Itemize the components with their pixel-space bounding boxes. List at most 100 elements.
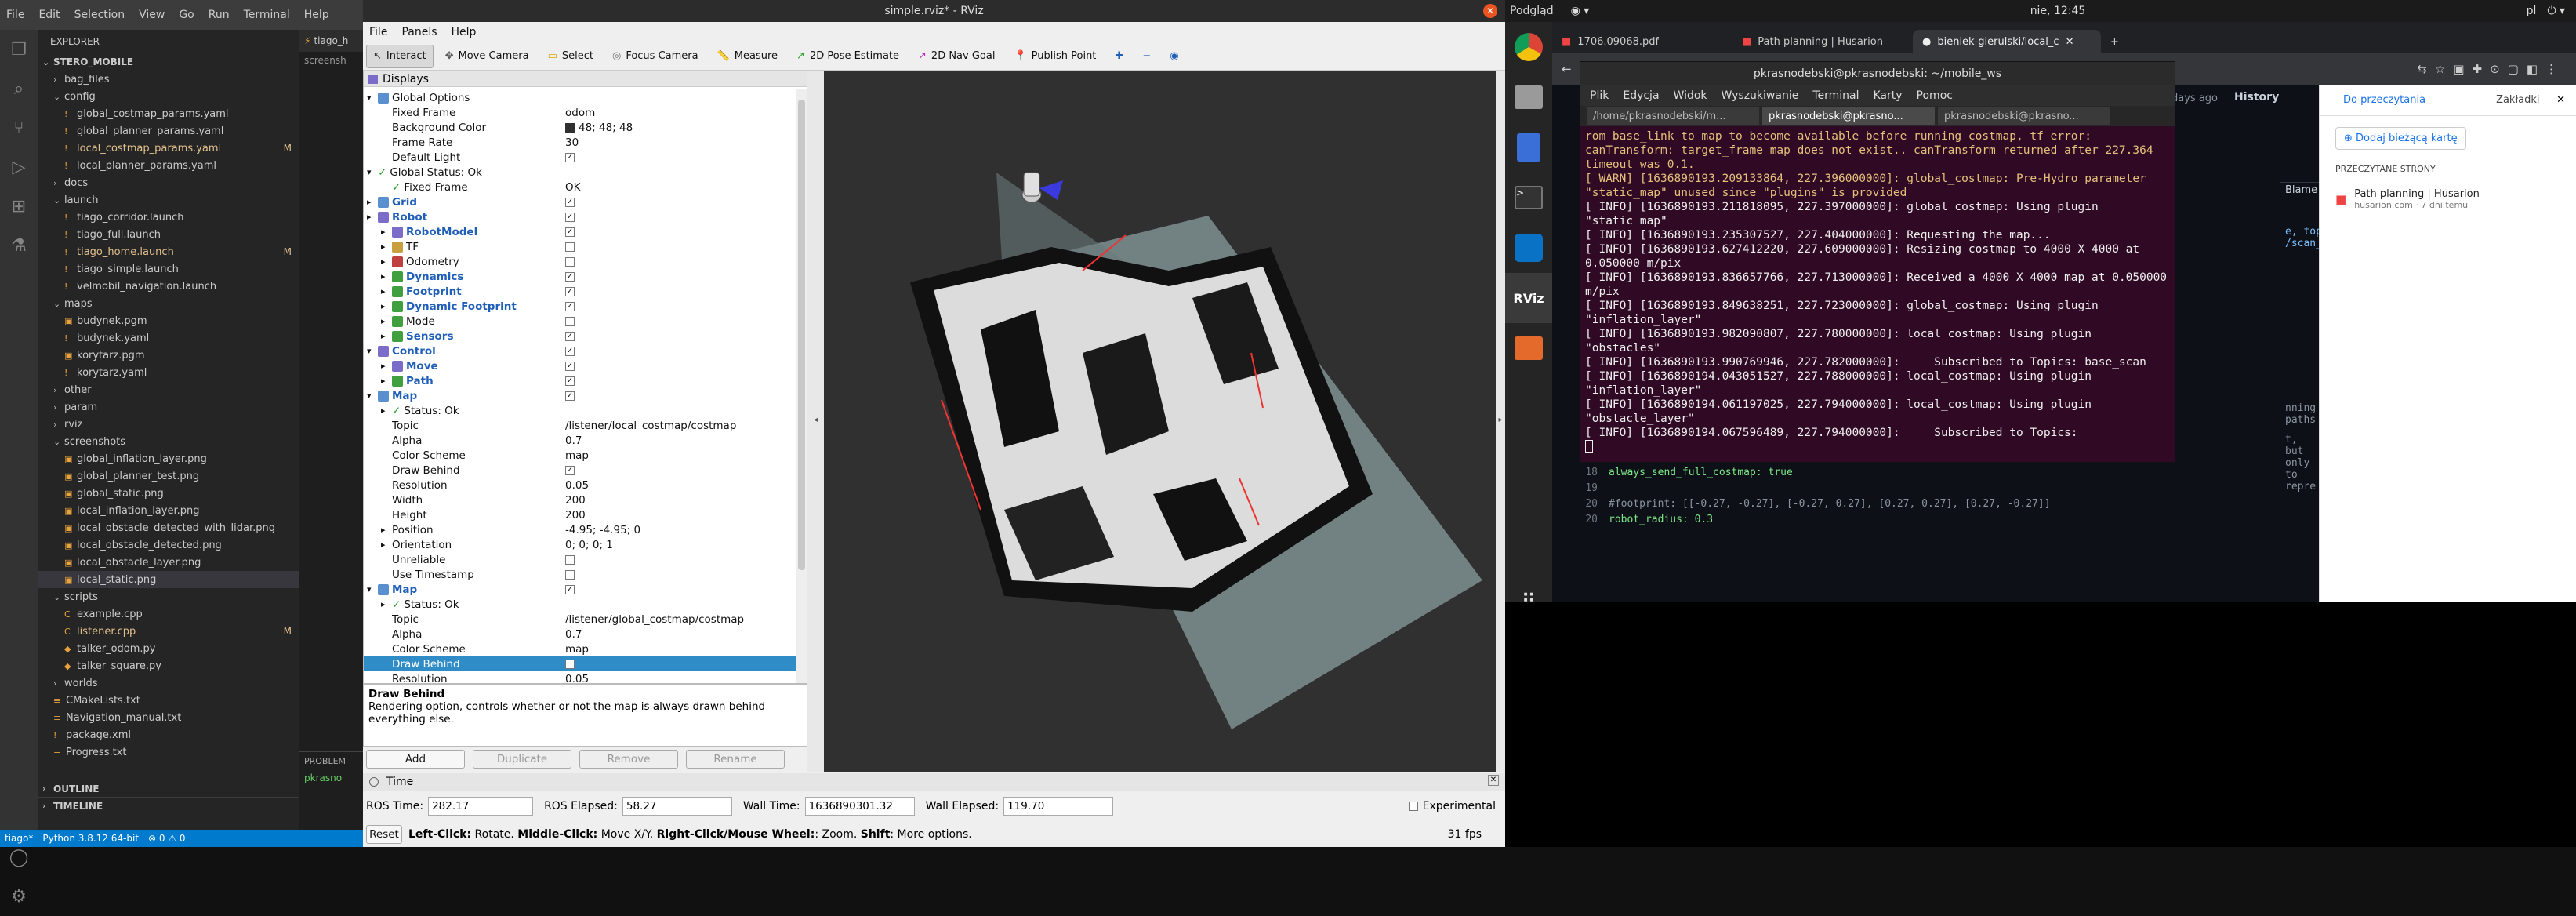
file-item[interactable]: ! korytarz.yaml — [38, 364, 299, 381]
property-value[interactable]: ✓ — [565, 286, 807, 296]
property-value[interactable]: /listener/local_costmap/costmap — [565, 420, 807, 432]
file-item[interactable]: ! budynek.yaml — [38, 329, 299, 347]
terminal-menu-3[interactable]: Wyszukiwanie — [1722, 89, 1799, 102]
terminal-tab[interactable]: pkrasnodebski@pkrasno... — [1938, 107, 2110, 125]
property-value[interactable]: ✓ — [565, 271, 807, 282]
property-value[interactable]: ✓ — [565, 391, 807, 401]
menu-view[interactable]: View — [139, 9, 165, 21]
property-row[interactable]: ▸ Dynamic Footprint ✓ — [364, 299, 807, 314]
property-row[interactable]: ▸ Odometry — [364, 254, 807, 269]
property-value[interactable]: 200 — [565, 494, 807, 507]
ros-time-field[interactable]: 282.17 — [428, 797, 534, 816]
file-item[interactable]: Cexample.cpp — [38, 605, 299, 623]
menu-panels[interactable]: Panels — [401, 26, 437, 38]
extension-icons[interactable]: ⇆☆▣✚⊙▢◧⋮ — [2417, 62, 2565, 76]
property-value[interactable]: /listener/global_costmap/costmap — [565, 613, 807, 626]
property-value[interactable]: odom — [565, 107, 807, 119]
rename-button[interactable]: Rename — [686, 750, 785, 769]
close-time-panel-icon[interactable]: ✕ — [1488, 775, 1499, 786]
displays-scrollbar[interactable] — [796, 89, 807, 683]
folder-item[interactable]: ⌄ launch — [38, 191, 299, 209]
property-row[interactable]: ▸ Mode — [364, 314, 807, 329]
property-row[interactable]: ▾ Map ✓ — [364, 388, 807, 403]
checkbox[interactable]: ✓ — [565, 212, 575, 222]
property-value[interactable]: ✓ — [565, 361, 807, 371]
expand-icon[interactable]: ▸ — [381, 376, 392, 386]
file-item[interactable]: ▣ global_static.png — [38, 485, 299, 502]
file-item[interactable]: ! tiago_simple.launch — [38, 260, 299, 278]
folder-item[interactable]: ⌄ screenshots — [38, 433, 299, 450]
property-value[interactable] — [565, 242, 807, 252]
terminal-menu-4[interactable]: Terminal — [1812, 89, 1859, 102]
ros-elapsed-field[interactable]: 58.27 — [622, 797, 732, 816]
checkbox[interactable]: ✓ — [565, 376, 575, 386]
menu-edit[interactable]: Edit — [38, 9, 60, 21]
file-item[interactable]: ▣ global_planner_test.png — [38, 467, 299, 485]
menu-file[interactable]: File — [6, 9, 24, 21]
property-value[interactable]: 0; 0; 0; 1 — [565, 539, 807, 551]
expand-icon[interactable]: ▾ — [367, 93, 378, 103]
file-item[interactable]: Clistener.cpp M — [38, 623, 299, 640]
expand-icon[interactable]: ▾ — [367, 167, 378, 177]
folder-item[interactable]: › rviz — [38, 416, 299, 433]
python-interpreter[interactable]: Python 3.8.12 64-bit — [42, 833, 139, 844]
property-row[interactable]: ▸ TF — [364, 239, 807, 254]
checkbox[interactable]: ✓ — [565, 391, 575, 401]
property-row[interactable]: Use Timestamp — [364, 567, 807, 582]
folder-item[interactable]: ⌄ scripts — [38, 588, 299, 605]
menu-go[interactable]: Go — [179, 9, 194, 21]
ros-icon[interactable] — [1505, 323, 1552, 373]
property-value[interactable] — [565, 256, 807, 267]
terminal-menu-2[interactable]: Widok — [1674, 89, 1707, 102]
expand-icon[interactable]: ▸ — [381, 271, 392, 282]
property-value[interactable]: ✓ — [565, 346, 807, 356]
file-item[interactable]: ◆ talker_odom.py — [38, 640, 299, 657]
history-link[interactable]: History — [2234, 91, 2279, 104]
property-row[interactable]: Default Light ✓ — [364, 150, 807, 165]
chrome-icon[interactable] — [1505, 22, 1552, 72]
test-icon[interactable]: ⚗ — [0, 226, 38, 265]
folder-item[interactable]: › other — [38, 381, 299, 398]
problems-count[interactable]: ⊗ 0 ⚠ 0 — [148, 833, 186, 844]
menu-help[interactable]: Help — [452, 26, 477, 38]
tool-2d-nav-goal[interactable]: ↗ 2D Nav Goal — [911, 45, 1002, 68]
file-item[interactable]: ≡ Navigation_manual.txt — [38, 709, 299, 726]
language-indicator[interactable]: pl — [2527, 5, 2537, 17]
property-row[interactable]: ▾ Global Options — [364, 90, 807, 105]
activities-label[interactable]: Podgląd — [1510, 5, 1554, 17]
file-item[interactable]: ≡ CMakeLists.txt — [38, 692, 299, 709]
close-icon[interactable]: ✕ — [2556, 94, 2565, 106]
property-row[interactable]: Draw Behind — [364, 656, 807, 671]
property-row[interactable]: Background Color 48; 48; 48 — [364, 120, 807, 135]
property-row[interactable]: Topic/listener/global_costmap/costmap — [364, 612, 807, 627]
property-value[interactable]: ✓ — [565, 331, 807, 341]
property-row[interactable]: ▸ ✓ Status: Ok — [364, 403, 807, 418]
rviz-icon[interactable]: RViz — [1505, 273, 1552, 323]
settings-gear-icon[interactable]: ⚙ — [0, 877, 38, 916]
tool-focus-camera[interactable]: ◎ Focus Camera — [605, 45, 706, 68]
folder-item[interactable]: › docs — [38, 174, 299, 191]
folder-item[interactable]: ⌄ config — [38, 88, 299, 105]
property-row[interactable]: ▾ Map ✓ — [364, 582, 807, 597]
property-value[interactable]: 0.7 — [565, 628, 807, 641]
checkbox[interactable]: ✓ — [565, 301, 575, 311]
tab-reading-list[interactable]: Do przeczytania — [2343, 94, 2425, 106]
workspace-root[interactable]: ⌄ STERO_MOBILE — [38, 53, 299, 71]
menu-selection[interactable]: Selection — [74, 9, 125, 21]
files-icon[interactable]: ❐ — [0, 30, 38, 69]
property-row[interactable]: ▸ Path ✓ — [364, 373, 807, 388]
file-item[interactable]: ! package.xml — [38, 726, 299, 743]
file-item[interactable]: ! tiago_corridor.launch — [38, 209, 299, 226]
property-value[interactable] — [565, 554, 807, 565]
checkbox[interactable] — [565, 659, 575, 669]
expand-icon[interactable]: ▸ — [381, 256, 392, 267]
property-value[interactable] — [565, 316, 807, 326]
tool-2d-pose-estimate[interactable]: ↗ 2D Pose Estimate — [789, 45, 906, 68]
document-icon[interactable] — [1505, 122, 1552, 173]
add-button[interactable]: Add — [366, 750, 465, 769]
property-value[interactable]: ✓ — [565, 301, 807, 311]
tool-measure[interactable]: 📏 Measure — [710, 45, 785, 68]
property-row[interactable]: Resolution 0.05 — [364, 478, 807, 493]
tab-pdf[interactable]: ■ 1706.09068.pdf — [1552, 30, 1732, 53]
property-row[interactable]: ▾ Control ✓ — [364, 344, 807, 358]
